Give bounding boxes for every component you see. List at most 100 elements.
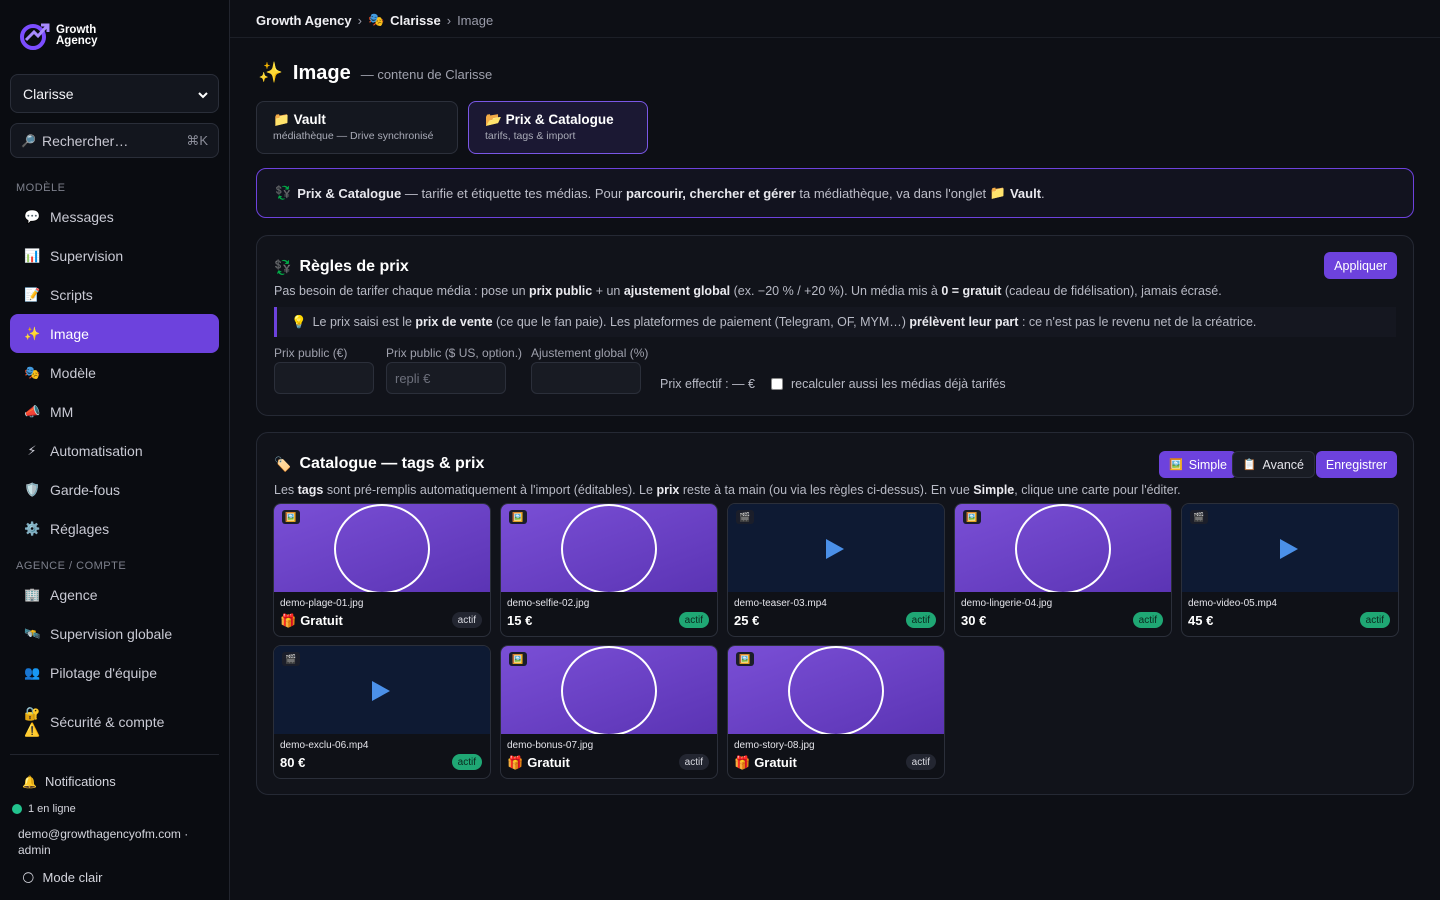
- view-advanced-button[interactable]: 📋 Avancé: [1231, 451, 1315, 478]
- catalogue-description: Les tags sont pré-remplis automatiquemen…: [274, 483, 1181, 497]
- theater-masks-icon: 🎭: [367, 12, 385, 27]
- model-select-value: Clarisse: [23, 85, 74, 102]
- media-filename: demo-video-05.mp4: [1188, 598, 1277, 609]
- media-thumbnail: 🖼️: [501, 646, 717, 734]
- desc-strong: ajustement global: [623, 284, 731, 298]
- desc-part: reste à ta main (ou via les règles ci-de…: [679, 483, 974, 497]
- media-filename: demo-exclu-06.mp4: [280, 740, 369, 751]
- sidebar-item-supervision[interactable]: 📊 Supervision: [10, 236, 219, 275]
- price-eur-input[interactable]: [274, 362, 374, 394]
- gift-icon: 🎁: [280, 613, 297, 628]
- media-card[interactable]: 🖼️ demo-story-08.jpg 🎁 Gratuit actif: [727, 645, 945, 779]
- desc-part: Les: [274, 483, 298, 497]
- sidebar-item-label: Pilotage d'équipe: [50, 664, 157, 681]
- sidebar-item-label: Messages: [50, 208, 114, 225]
- media-filename: demo-story-08.jpg: [734, 740, 815, 751]
- sidebar-item-modele[interactable]: 🎭 Modèle: [10, 353, 219, 392]
- save-button[interactable]: Enregistrer: [1315, 451, 1397, 478]
- price-usd-input[interactable]: repli €: [386, 362, 506, 394]
- media-card[interactable]: 🎬 demo-video-05.mp4 45 € actif: [1181, 503, 1399, 637]
- catalogue-title: 🏷️ Catalogue — tags & prix: [274, 455, 484, 473]
- money-icon: 💱: [274, 258, 292, 275]
- account-info: demo@growthagencyofm.com · admin: [18, 827, 189, 857]
- apply-button[interactable]: Appliquer: [1324, 252, 1397, 279]
- info-strong: parcourir, chercher et gérer: [625, 185, 796, 201]
- media-price: 🎁 Gratuit: [280, 613, 343, 629]
- media-thumbnail: 🖼️: [728, 646, 944, 734]
- media-filename: demo-teaser-03.mp4: [734, 598, 827, 609]
- sidebar-item-scripts[interactable]: 📝 Scripts: [10, 275, 219, 314]
- sidebar-item-automatisation[interactable]: ⚡ Automatisation: [10, 431, 219, 470]
- sidebar-item-label: Image: [50, 325, 89, 342]
- media-card[interactable]: 🎬 demo-exclu-06.mp4 80 € actif: [273, 645, 491, 779]
- sidebar-item-label: Supervision globale: [50, 625, 173, 642]
- sidebar-item-label: Sécurité & compte: [50, 714, 165, 730]
- media-card[interactable]: 🖼️ demo-lingerie-04.jpg 30 € actif: [954, 503, 1172, 637]
- sidebar-item-label: Supervision: [50, 247, 124, 264]
- sidebar-item-image[interactable]: ✨ Image: [10, 314, 219, 353]
- media-card[interactable]: 🖼️ demo-bonus-07.jpg 🎁 Gratuit actif: [500, 645, 718, 779]
- notifications-button[interactable]: 🔔 Notifications: [22, 774, 116, 789]
- page-header: ✨ Image — contenu de Clarisse: [258, 60, 492, 85]
- effective-price-row: Prix effectif : — € recalculer aussi les…: [660, 377, 1006, 391]
- sun-icon: 🌕: [22, 870, 35, 885]
- search-icon: 🔎: [21, 133, 36, 148]
- pricing-note: 💡 Le prix saisi est le prix de vente (ce …: [274, 307, 1396, 337]
- sidebar-item-mm[interactable]: 📣 MM: [10, 392, 219, 431]
- breadcrumb-model[interactable]: Clarisse: [390, 13, 441, 28]
- status-badge: actif: [451, 612, 482, 628]
- sidebar-item-reglages[interactable]: ⚙️ Réglages: [10, 509, 219, 548]
- sidebar-item-messages[interactable]: 💬 Messages: [10, 197, 219, 236]
- growth-logo-icon: [20, 23, 50, 50]
- global-adjust-input[interactable]: [531, 362, 641, 394]
- sidebar-item-pilotage[interactable]: 👥 Pilotage d'équipe: [10, 653, 219, 692]
- sidebar-item-label: Agence: [50, 586, 98, 603]
- tab-description: médiathèque — Drive synchronisé: [273, 130, 434, 142]
- notifications-label: Notifications: [44, 774, 116, 789]
- breadcrumb-agency[interactable]: Growth Agency: [256, 13, 352, 28]
- play-icon: [1280, 539, 1298, 559]
- media-price-value: 80 €: [280, 755, 306, 770]
- team-icon: 👥: [24, 664, 41, 680]
- thumbnail-circle: [561, 504, 657, 592]
- chart-icon: 📊: [24, 247, 41, 263]
- desc-strong: prix public: [529, 284, 593, 298]
- recalc-checkbox[interactable]: [770, 378, 783, 390]
- section-title-model: MODÈLE: [16, 182, 66, 194]
- image-icon: 🖼️: [509, 652, 527, 666]
- brand-logo[interactable]: Growth Agency: [18, 20, 98, 52]
- status-badge: actif: [678, 612, 709, 628]
- image-icon: 🖼️: [509, 510, 527, 524]
- search-button[interactable]: 🔎 Rechercher… ⌘K: [10, 123, 219, 158]
- catalogue-title-text: Catalogue — tags & prix: [299, 455, 485, 472]
- media-card[interactable]: 🖼️ demo-selfie-02.jpg 15 € actif: [500, 503, 718, 637]
- field-label: Ajustement global (%): [531, 346, 649, 360]
- vault-link[interactable]: Vault: [1010, 186, 1041, 201]
- info-text: ta médiathèque, va dans l'onglet: [795, 185, 990, 201]
- search-shortcut: ⌘K: [186, 132, 208, 148]
- media-price: 25 €: [734, 613, 759, 628]
- view-simple-button[interactable]: 🖼️ Simple: [1159, 451, 1237, 478]
- message-icon: 💬: [24, 208, 41, 224]
- sidebar-item-garde-fous[interactable]: 🛡️ Garde-fous: [10, 470, 219, 509]
- model-select[interactable]: Clarisse: [10, 74, 219, 113]
- pricing-title-text: Règles de prix: [299, 258, 409, 275]
- sidebar-item-supervision-globale[interactable]: 🛰️ Supervision globale: [10, 614, 219, 653]
- media-card[interactable]: 🎬 demo-teaser-03.mp4 25 € actif: [727, 503, 945, 637]
- info-strong: Prix & Catalogue: [297, 185, 402, 201]
- gift-icon: 🎁: [734, 755, 751, 770]
- tab-prix-catalogue[interactable]: 📂 Prix & Catalogue tarifs, tags & import: [468, 101, 648, 154]
- media-price: 45 €: [1188, 613, 1213, 628]
- sidebar-item-agence[interactable]: 🏢 Agence: [10, 575, 219, 614]
- note-part: (ce que le fan paie). Les plateformes de…: [492, 315, 910, 329]
- tab-vault[interactable]: 📁 Vault médiathèque — Drive synchronisé: [256, 101, 458, 154]
- media-card[interactable]: 🖼️ demo-plage-01.jpg 🎁 Gratuit actif: [273, 503, 491, 637]
- desc-part: Pas besoin de tarifer chaque média : pos…: [274, 284, 530, 298]
- desc-part: sont pré-remplis automatiquement à l'imp…: [323, 483, 657, 497]
- sidebar-item-securite[interactable]: 🔐 ⚠️ Sécurité & compte: [10, 700, 219, 744]
- catalogue-card: 🏷️ Catalogue — tags & prix 🖼️ Simple 📋 Ava…: [256, 432, 1414, 795]
- button-label: Avancé: [1262, 457, 1304, 472]
- theme-toggle[interactable]: 🌕 Mode clair: [22, 870, 102, 885]
- thumbnail-circle: [1015, 504, 1111, 592]
- note-part: : ce n'est pas le revenu net de la créat…: [1018, 315, 1257, 329]
